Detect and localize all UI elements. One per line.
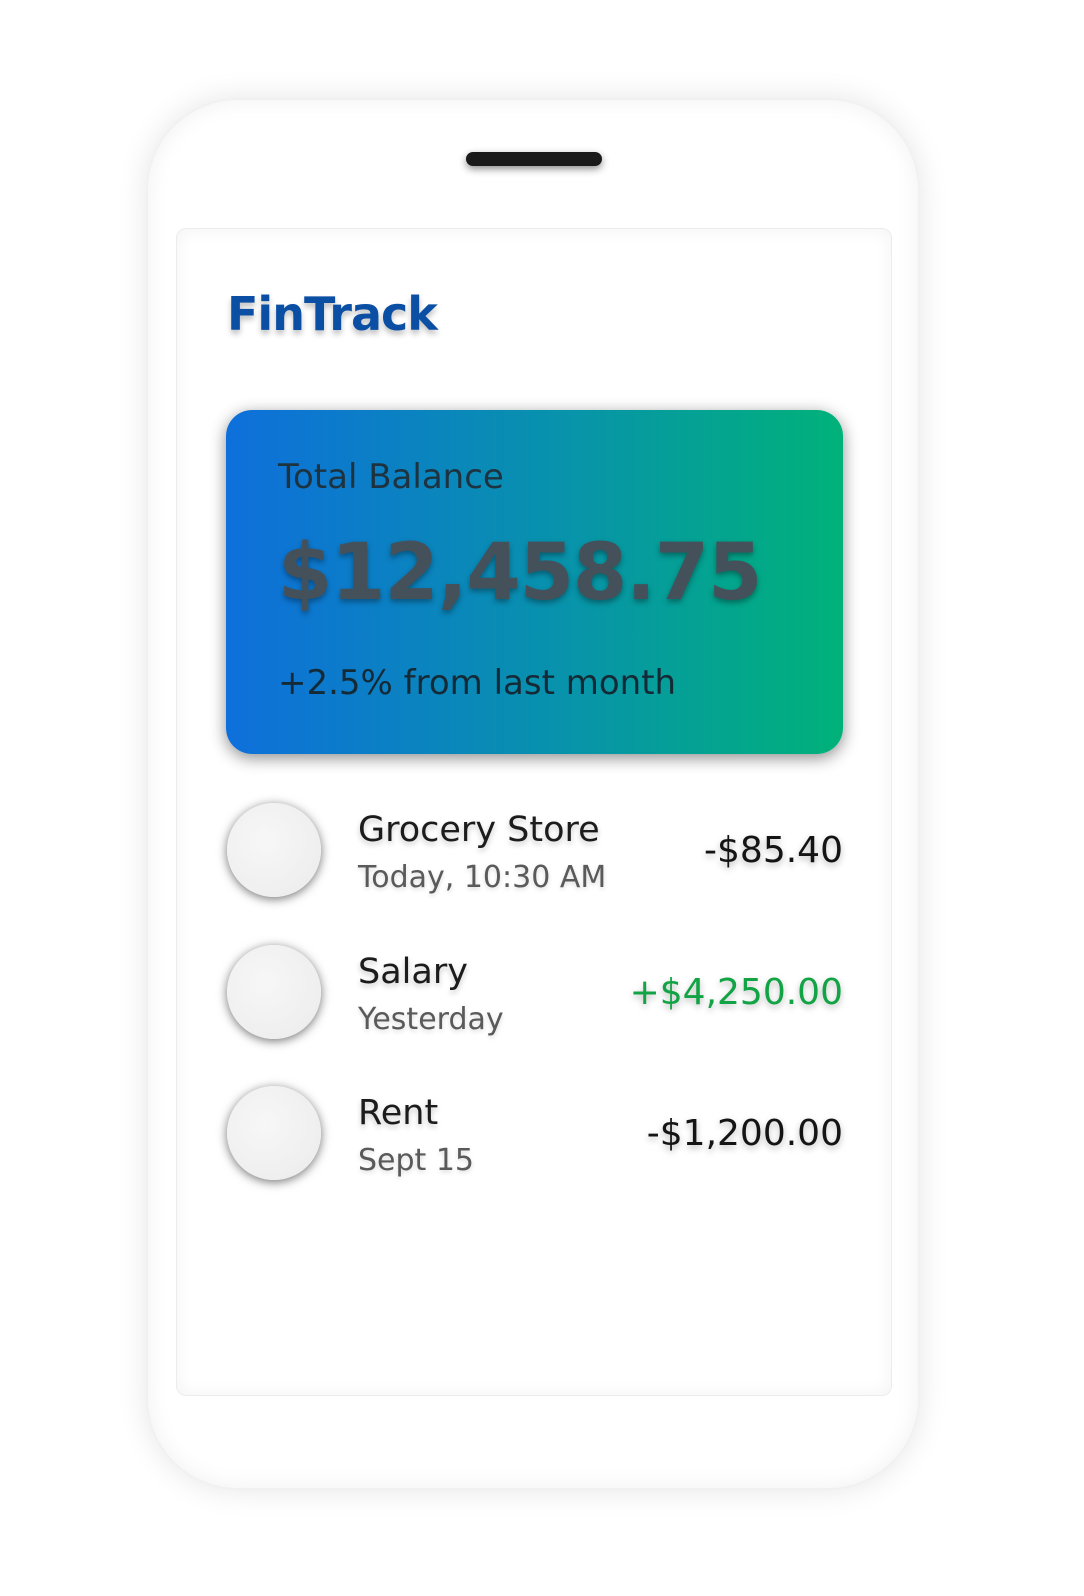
balance-card[interactable]: Total Balance $12,458.75 +2.5% from last… xyxy=(226,410,843,754)
transaction-date: Sept 15 xyxy=(358,1143,475,1178)
phone-notch xyxy=(466,152,602,166)
transaction-avatar xyxy=(227,945,321,1039)
balance-label: Total Balance xyxy=(278,457,504,497)
transaction-name: Salary xyxy=(358,952,468,992)
app-screen: FinTrack Total Balance $12,458.75 +2.5% … xyxy=(176,228,892,1396)
transaction-date: Today, 10:30 AM xyxy=(358,860,607,895)
transaction-item[interactable]: Rent Sept 15 -$1,200.00 xyxy=(226,1084,843,1184)
transaction-avatar xyxy=(227,803,321,897)
balance-amount: $12,458.75 xyxy=(278,528,762,618)
transaction-avatar xyxy=(227,1086,321,1180)
transaction-amount: -$1,200.00 xyxy=(646,1113,843,1154)
transaction-date: Yesterday xyxy=(358,1002,504,1037)
phone-frame: FinTrack Total Balance $12,458.75 +2.5% … xyxy=(146,98,920,1490)
app-title: FinTrack xyxy=(227,287,438,341)
transaction-amount: +$4,250.00 xyxy=(629,972,843,1013)
transaction-name: Rent xyxy=(358,1093,439,1133)
balance-change: +2.5% from last month xyxy=(278,663,677,703)
transaction-item[interactable]: Grocery Store Today, 10:30 AM -$85.40 xyxy=(226,801,843,901)
transaction-amount: -$85.40 xyxy=(704,830,843,871)
transaction-item[interactable]: Salary Yesterday +$4,250.00 xyxy=(226,943,843,1043)
transaction-name: Grocery Store xyxy=(358,810,600,850)
